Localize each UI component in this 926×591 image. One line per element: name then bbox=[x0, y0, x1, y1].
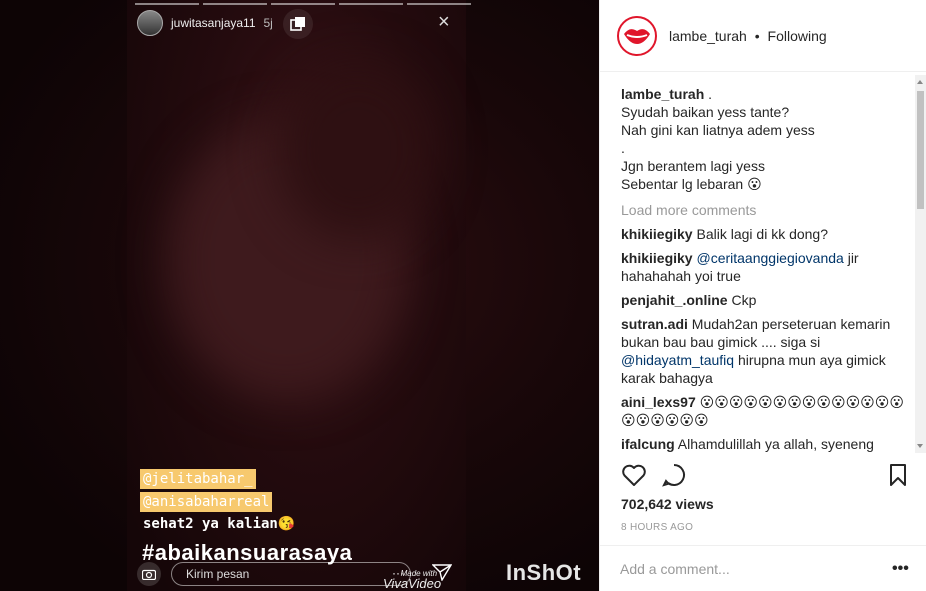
add-comment-bar: Add a comment... ••• bbox=[600, 545, 926, 591]
copy-icon[interactable] bbox=[283, 9, 313, 39]
viva-watermark-bottom: VivaVideo bbox=[383, 576, 442, 591]
lips-logo-icon bbox=[624, 28, 650, 44]
story-username[interactable]: juwitasanjaya11 bbox=[171, 16, 256, 30]
comment-username[interactable]: aini_lexs97 bbox=[621, 394, 696, 410]
comment-username[interactable]: penjahit_.online bbox=[621, 292, 728, 308]
more-options-icon[interactable]: ••• bbox=[892, 561, 909, 577]
caption-line: Jgn berantem lagi yess bbox=[621, 158, 765, 174]
story-tag-jelitabahar[interactable]: @jelitabahar_ bbox=[140, 469, 256, 489]
account-line: lambe_turah • Following bbox=[669, 28, 827, 44]
caption: lambe_turah . Syudah baikan yess tante? … bbox=[621, 85, 911, 193]
progress-segment bbox=[339, 3, 403, 5]
comment-text: Ckp bbox=[731, 292, 757, 308]
comment-username[interactable]: sutran.adi bbox=[621, 316, 688, 332]
post-sidebar: lambe_turah • Following lambe_turah . Sy… bbox=[599, 0, 926, 591]
comment-item: aini_lexs97 😮😮😮😮😮😮😮😮😮😮😮😮😮😮😮😮😮😮😮😮 bbox=[621, 393, 911, 429]
progress-segment bbox=[271, 3, 335, 5]
comment-username[interactable]: khikiiegiky bbox=[621, 250, 693, 266]
bookmark-icon[interactable] bbox=[885, 462, 911, 488]
caption-line: . bbox=[708, 86, 713, 102]
story-header: juwitasanjaya11 5j bbox=[137, 10, 273, 36]
separator-dot: • bbox=[754, 27, 760, 44]
scroll-down-arrow-icon[interactable] bbox=[917, 444, 923, 448]
post-actions bbox=[621, 460, 911, 492]
progress-segment bbox=[135, 3, 199, 5]
comment-text: Balik lagi di kk dong? bbox=[696, 226, 829, 242]
comment-item: ifalcung Alhamdulillah ya allah, syeneng bbox=[621, 435, 911, 453]
comment-mention[interactable]: @hidayatm_taufiq bbox=[621, 352, 734, 368]
blurred-hair bbox=[277, 60, 437, 240]
story-avatar[interactable] bbox=[137, 10, 163, 36]
story-progress-bar bbox=[135, 3, 471, 5]
progress-segment bbox=[407, 3, 471, 5]
comment-username[interactable]: ifalcung bbox=[621, 436, 675, 452]
comment-mention[interactable]: @ceritaanggiegiovanda bbox=[696, 250, 843, 266]
account-avatar[interactable] bbox=[617, 15, 657, 56]
caption-line: Nah gini kan liatnya adem yess bbox=[621, 122, 815, 138]
inshot-watermark: InShOt bbox=[506, 560, 582, 585]
load-more-comments-button[interactable]: Load more comments bbox=[621, 201, 911, 219]
story-tag-anisabaharreal[interactable]: @anisabaharreal bbox=[140, 492, 273, 512]
comment-item: khikiiegiky @ceritaanggiegiovanda jir ha… bbox=[621, 249, 911, 285]
vivavideo-watermark: Made with VivaVideo bbox=[383, 569, 442, 591]
scroll-up-arrow-icon[interactable] bbox=[917, 80, 923, 84]
caption-line: Syudah baikan yess tante? bbox=[621, 104, 790, 120]
story-reply-input[interactable]: Kirim pesan bbox=[171, 562, 411, 586]
media-panel: juwitasanjaya11 5j × @jelitabahar_ @anis… bbox=[0, 0, 599, 591]
caption-line: Sebentar lg lebaran 😮 bbox=[621, 176, 762, 192]
caption-username[interactable]: lambe_turah bbox=[621, 86, 704, 102]
view-count[interactable]: 702,642 views bbox=[621, 496, 714, 512]
progress-segment bbox=[203, 3, 267, 5]
story-time: 5j bbox=[263, 16, 273, 30]
camera-icon[interactable] bbox=[137, 562, 161, 586]
comment-username[interactable]: khikiiegiky bbox=[621, 226, 693, 242]
comments-list: lambe_turah . Syudah baikan yess tante? … bbox=[621, 85, 911, 455]
close-icon[interactable]: × bbox=[438, 12, 450, 32]
caption-line: . bbox=[621, 140, 625, 156]
comment-icon[interactable] bbox=[661, 462, 687, 488]
comment-item: sutran.adi Mudah2an perseteruan kemarin … bbox=[621, 315, 911, 387]
story-text-line: sehat2 ya kalian😘 bbox=[143, 516, 296, 532]
account-name[interactable]: lambe_turah bbox=[669, 28, 747, 44]
comment-item: khikiiegiky Balik lagi di kk dong? bbox=[621, 225, 911, 243]
following-button[interactable]: Following bbox=[768, 28, 827, 44]
heart-icon[interactable] bbox=[621, 462, 647, 488]
add-comment-input[interactable]: Add a comment... bbox=[620, 561, 880, 577]
comment-item: penjahit_.online Ckp bbox=[621, 291, 911, 309]
scroll-thumb[interactable] bbox=[917, 91, 924, 209]
post-timestamp: 8 HOURS AGO bbox=[621, 522, 694, 533]
comment-text: Alhamdulillah ya allah, syeneng bbox=[677, 436, 874, 452]
comments-scrollbar[interactable] bbox=[915, 75, 926, 453]
post-header: lambe_turah • Following bbox=[600, 0, 926, 72]
